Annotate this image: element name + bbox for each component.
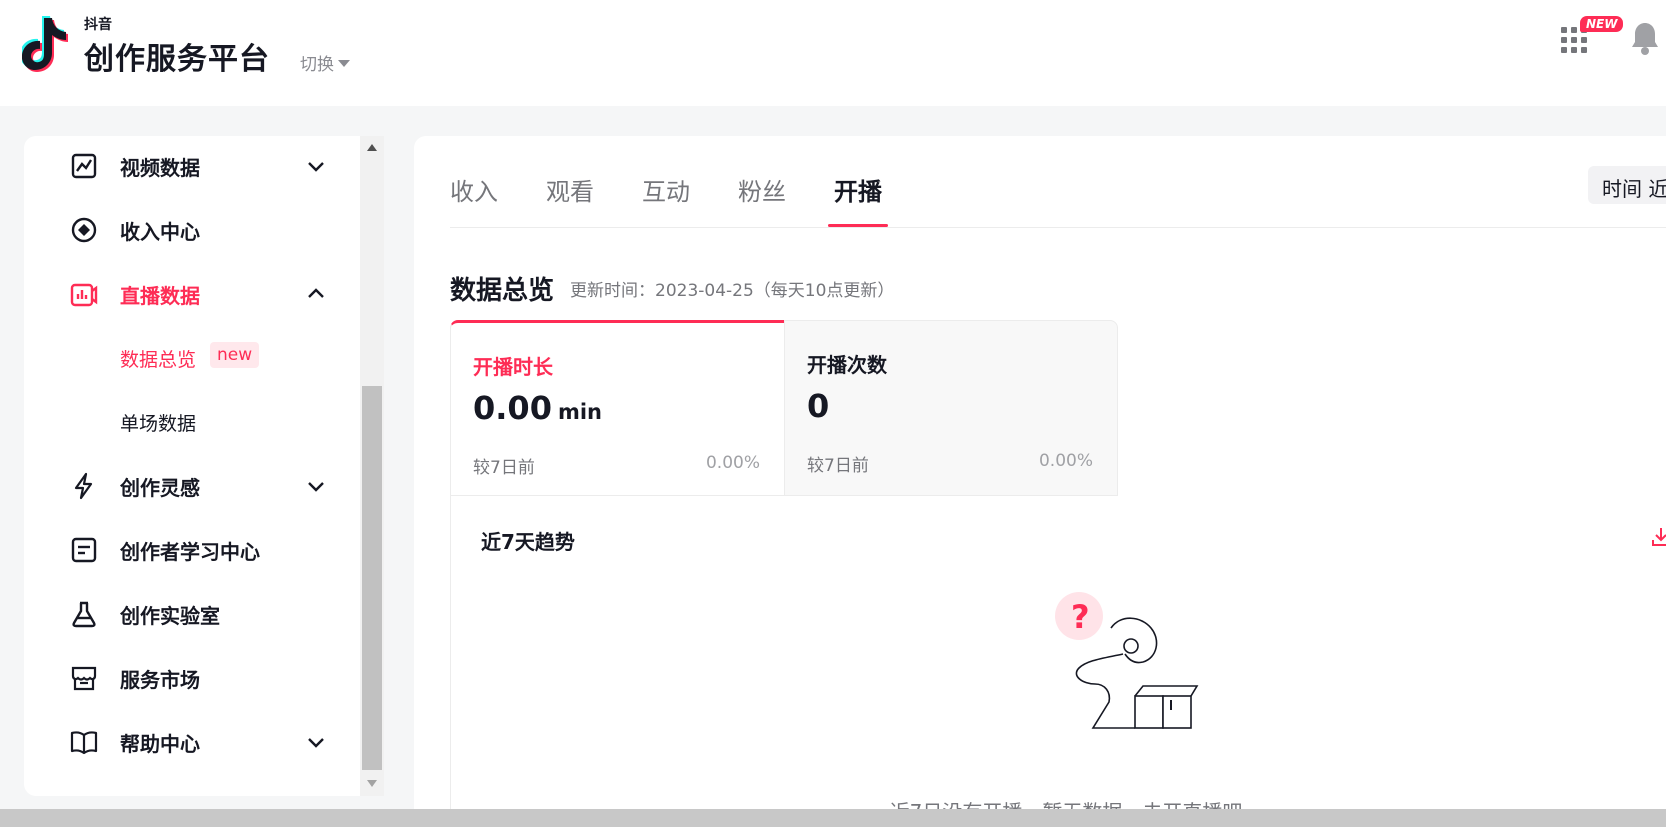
sidebar-nav: 视频数据 收入中心 直播数据 数据总览 new 单场数据 创作灵感 创作者学习中… <box>24 136 360 796</box>
switch-label: 切换 <box>300 55 334 75</box>
tab-broadcast[interactable]: 开播 <box>834 172 882 207</box>
chevron-down-icon <box>308 482 324 492</box>
new-tag: new <box>210 342 260 368</box>
metric-label: 开播次数 <box>807 353 887 377</box>
empty-state-illustration: ? <box>1055 592 1199 729</box>
sidebar-subitem-label: 单场数据 <box>120 412 197 435</box>
sidebar-item-service-market[interactable]: 服务市场 <box>24 650 360 706</box>
overview-title: 数据总览 <box>450 276 555 306</box>
sidebar-item-income[interactable]: 收入中心 <box>24 202 360 258</box>
sidebar-subitem-label: 数据总览 <box>120 348 197 371</box>
logo-small-text: 抖音 <box>84 17 112 33</box>
sidebar-item-video-data[interactable]: 视频数据 <box>24 138 360 194</box>
tab-viewing[interactable]: 观看 <box>546 172 594 207</box>
trend-section: 近7天趋势 ? 近7日没有开播，暂无数据，去开直播吧 <box>450 496 1666 826</box>
download-icon[interactable] <box>1651 526 1666 548</box>
data-tabs: 收入 观看 互动 粉丝 开播 <box>450 136 1666 228</box>
sidebar-scrollbar[interactable] <box>360 136 384 796</box>
live-stats-icon <box>70 283 98 307</box>
lightning-icon <box>74 472 93 500</box>
chevron-down-icon <box>308 162 324 172</box>
sidebar-item-live-data[interactable]: 直播数据 <box>24 266 360 322</box>
metric-card-duration[interactable]: 开播时长 0.00 min 较7日前 0.00% <box>450 320 784 496</box>
update-time-text: 更新时间：2023-04-25（每天10点更新） <box>570 281 895 301</box>
compare-label: 较7日前 <box>807 456 869 476</box>
sidebar-item-label: 收入中心 <box>120 219 200 244</box>
tab-income[interactable]: 收入 <box>450 172 498 207</box>
coin-icon <box>71 217 97 243</box>
sidebar-item-lab[interactable]: 创作实验室 <box>24 586 360 642</box>
scroll-down-arrow-icon[interactable] <box>367 780 377 787</box>
window-bottom-bar <box>0 809 1666 827</box>
scrollbar-thumb[interactable] <box>362 386 382 770</box>
sidebar-item-label: 帮助中心 <box>120 731 200 756</box>
book-icon <box>70 731 98 755</box>
sidebar-item-label: 直播数据 <box>120 283 200 308</box>
compare-value: 0.00% <box>705 453 760 473</box>
main-panel: 收入 观看 互动 粉丝 开播 时间 近 数据总览 更新时间：2023-04-25… <box>414 136 1666 826</box>
metric-label: 开播时长 <box>473 355 553 379</box>
notification-bell-icon[interactable] <box>1630 20 1660 56</box>
sidebar-subitem-overview[interactable]: 数据总览 new <box>24 330 360 386</box>
notes-icon <box>71 537 97 563</box>
time-filter-select[interactable]: 时间 近 <box>1588 166 1666 204</box>
compare-label: 较7日前 <box>473 458 535 478</box>
sidebar-item-inspiration[interactable]: 创作灵感 <box>24 458 360 514</box>
scroll-up-arrow-icon[interactable] <box>367 144 377 151</box>
sidebar-item-learning-center[interactable]: 创作者学习中心 <box>24 522 360 578</box>
active-tab-indicator <box>828 224 888 227</box>
platform-title[interactable]: 创作服务平台 <box>84 34 270 78</box>
trend-title: 近7天趋势 <box>481 530 575 554</box>
metric-unit: min <box>557 400 602 424</box>
sidebar-item-label: 创作灵感 <box>120 475 200 500</box>
chevron-up-icon <box>308 288 324 298</box>
metric-value: 0 <box>807 387 830 425</box>
sidebar-item-label: 创作者学习中心 <box>120 539 260 564</box>
metric-value: 0.00 min <box>473 389 602 427</box>
sidebar-item-label: 视频数据 <box>120 155 200 180</box>
tab-fans[interactable]: 粉丝 <box>738 172 786 207</box>
chevron-down-icon <box>308 738 324 748</box>
caret-down-icon <box>338 60 350 67</box>
sidebar-subitem-single-session[interactable]: 单场数据 <box>24 394 360 450</box>
new-badge: NEW <box>1580 16 1624 32</box>
flask-icon <box>72 601 96 628</box>
tab-interaction[interactable]: 互动 <box>642 172 690 207</box>
compare-value: 0.00% <box>1038 451 1093 471</box>
sidebar-item-label: 服务市场 <box>120 667 200 692</box>
trend-chart-icon <box>71 153 97 179</box>
top-header: 抖音 创作服务平台 切换 NEW <box>0 0 1666 106</box>
douyin-logo-icon[interactable] <box>22 14 72 72</box>
sidebar-item-label: 创作实验室 <box>120 603 220 628</box>
metric-card-count[interactable]: 开播次数 0 较7日前 0.00% <box>784 320 1118 496</box>
svg-text:?: ? <box>1071 598 1090 636</box>
sidebar-item-help-center[interactable]: 帮助中心 <box>24 714 360 770</box>
switch-account-dropdown[interactable]: 切换 <box>300 50 350 75</box>
store-icon <box>71 666 97 691</box>
